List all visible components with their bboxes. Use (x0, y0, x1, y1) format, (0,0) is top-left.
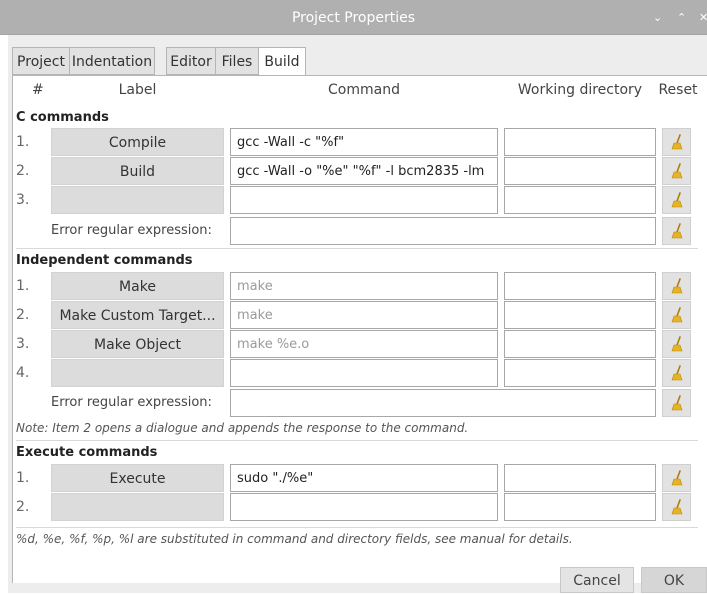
project-properties-dialog: Project Indentation Editor Files Build #… (8, 35, 707, 593)
row-number: 1. (16, 278, 30, 294)
divider (16, 527, 698, 528)
reset-button[interactable] (662, 389, 691, 417)
reset-button[interactable] (662, 330, 691, 358)
broom-icon (671, 307, 682, 323)
divider (16, 248, 698, 249)
empty-label-button[interactable] (51, 186, 224, 214)
row-number: 2. (16, 499, 30, 515)
row-number: 3. (16, 192, 30, 208)
independent-error-regex-field[interactable] (230, 389, 656, 417)
execute-directory-field[interactable] (504, 464, 656, 492)
independent-commands-note: Note: Item 2 opens a dialogue and append… (16, 421, 469, 435)
close-icon[interactable]: ✕ (699, 0, 707, 36)
broom-icon (671, 395, 682, 411)
broom-icon (671, 134, 682, 150)
divider (16, 440, 698, 441)
column-header-reset: Reset (658, 82, 698, 98)
column-header-working-directory: Working directory (517, 82, 643, 98)
tab-indentation[interactable]: Indentation (69, 47, 155, 75)
section-c-commands: C commands (16, 110, 109, 125)
broom-icon (671, 192, 682, 208)
reset-button[interactable] (662, 157, 691, 185)
make-directory-field[interactable] (504, 272, 656, 300)
row-number: 4. (16, 365, 30, 381)
row-number: 3. (16, 336, 30, 352)
c-error-regex-field[interactable] (230, 217, 656, 245)
substitution-note: %d, %e, %f, %p, %l are substituted in co… (16, 532, 573, 546)
ok-button[interactable]: OK (641, 567, 707, 593)
tab-editor[interactable]: Editor (166, 47, 216, 75)
empty-label-button[interactable] (51, 359, 224, 387)
broom-icon (671, 499, 682, 515)
reset-button[interactable] (662, 217, 691, 245)
title-bar: Project Properties ⌄ ⌃ ✕ (0, 0, 707, 35)
independent-directory-4-field[interactable] (504, 359, 656, 387)
row-number: 2. (16, 307, 30, 323)
execute-command-2-field[interactable] (230, 493, 498, 521)
broom-icon (671, 163, 682, 179)
broom-icon (671, 365, 682, 381)
reset-button[interactable] (662, 493, 691, 521)
build-label-button[interactable]: Build (51, 157, 224, 185)
reset-button[interactable] (662, 359, 691, 387)
make-label-button[interactable]: Make (51, 272, 224, 300)
execute-directory-2-field[interactable] (504, 493, 656, 521)
error-regex-label: Error regular expression: (51, 395, 212, 410)
execute-label-button[interactable]: Execute (51, 464, 224, 492)
column-header-label: Label (118, 82, 157, 98)
broom-icon (671, 336, 682, 352)
window-title: Project Properties (291, 10, 416, 26)
make-object-command-field[interactable] (230, 330, 498, 358)
make-custom-target-command-field[interactable] (230, 301, 498, 329)
make-custom-target-label-button[interactable]: Make Custom Target... (51, 301, 224, 329)
reset-button[interactable] (662, 128, 691, 156)
section-independent-commands: Independent commands (16, 253, 193, 268)
reset-button[interactable] (662, 464, 691, 492)
make-custom-target-directory-field[interactable] (504, 301, 656, 329)
build-directory-field[interactable] (504, 157, 656, 185)
independent-command-4-field[interactable] (230, 359, 498, 387)
reset-button[interactable] (662, 301, 691, 329)
tab-files[interactable]: Files (215, 47, 259, 75)
c-command-3-field[interactable] (230, 186, 498, 214)
section-execute-commands: Execute commands (16, 445, 158, 460)
reset-button[interactable] (662, 186, 691, 214)
maximize-icon[interactable]: ⌃ (677, 0, 686, 36)
broom-icon (671, 278, 682, 294)
compile-command-field[interactable] (230, 128, 498, 156)
tab-project[interactable]: Project (12, 47, 70, 75)
column-header-num: # (32, 82, 44, 98)
c-directory-3-field[interactable] (504, 186, 656, 214)
compile-directory-field[interactable] (504, 128, 656, 156)
compile-label-button[interactable]: Compile (51, 128, 224, 156)
row-number: 1. (16, 470, 30, 486)
minimize-icon[interactable]: ⌄ (653, 0, 662, 36)
broom-icon (671, 470, 682, 486)
reset-button[interactable] (662, 272, 691, 300)
empty-label-button[interactable] (51, 493, 224, 521)
column-header-command: Command (328, 82, 400, 98)
execute-command-field[interactable] (230, 464, 498, 492)
cancel-button[interactable]: Cancel (560, 567, 634, 593)
error-regex-label: Error regular expression: (51, 223, 212, 238)
tab-build[interactable]: Build (258, 47, 306, 76)
make-object-label-button[interactable]: Make Object (51, 330, 224, 358)
broom-icon (671, 223, 682, 239)
row-number: 1. (16, 134, 30, 150)
make-command-field[interactable] (230, 272, 498, 300)
row-number: 2. (16, 163, 30, 179)
make-object-directory-field[interactable] (504, 330, 656, 358)
build-command-field[interactable] (230, 157, 498, 185)
